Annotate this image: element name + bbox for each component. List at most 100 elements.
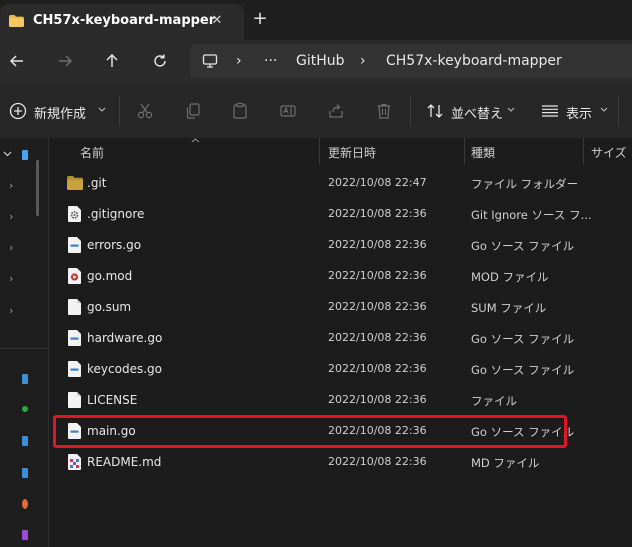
chevron-right-icon[interactable]: › — [9, 304, 13, 317]
file-type: Git Ignore ソース フ... — [471, 208, 592, 222]
file-row-errors-go[interactable]: errors.go 2022/10/08 22:36 Go ソース ファイル — [49, 230, 632, 261]
sort-up-icon — [191, 138, 200, 143]
file-row-hardware-go[interactable]: hardware.go 2022/10/08 22:36 Go ソース ファイル — [49, 323, 632, 354]
copy-button[interactable] — [182, 96, 204, 124]
tab-bar: CH57x-keyboard-mapper ✕ + — [0, 0, 632, 40]
file-modified: 2022/10/08 22:36 — [328, 424, 427, 437]
file-modified: 2022/10/08 22:36 — [328, 455, 427, 468]
chevron-down-icon — [600, 107, 608, 112]
chevron-right-icon[interactable]: › — [9, 210, 13, 223]
go-file-icon — [68, 423, 81, 439]
file-type: ファイル — [471, 394, 517, 408]
column-divider[interactable] — [583, 138, 584, 164]
file-modified: 2022/10/08 22:36 — [328, 300, 427, 313]
file-row-gitignore[interactable]: .gitignore 2022/10/08 22:36 Git Ignore ソ… — [49, 199, 632, 230]
breadcrumb-current-folder[interactable]: CH57x-keyboard-mapper — [386, 53, 562, 69]
nav-pane-scrollbar[interactable] — [36, 160, 39, 216]
file-name: go.mod — [87, 269, 133, 283]
copy-icon — [186, 103, 200, 119]
file-type: MD ファイル — [471, 456, 540, 470]
chevron-down-icon — [98, 107, 106, 112]
file-row-go-mod[interactable]: go.mod 2022/10/08 22:36 MOD ファイル — [49, 261, 632, 292]
pictures-icon[interactable] — [22, 468, 28, 478]
file-type: Go ソース ファイル — [471, 239, 575, 253]
file-type: ファイル フォルダー — [471, 177, 579, 191]
close-icon[interactable]: ✕ — [206, 10, 228, 32]
paste-button[interactable] — [229, 96, 251, 124]
file-name: .git — [87, 176, 107, 190]
address-bar[interactable]: › ··· GitHub › CH57x-keyboard-mapper — [190, 44, 632, 78]
file-row-keycodes-go[interactable]: keycodes.go 2022/10/08 22:36 Go ソース ファイル — [49, 354, 632, 385]
toolbar-divider — [618, 96, 619, 126]
folder-icon — [9, 15, 24, 27]
refresh-button[interactable] — [147, 48, 173, 74]
file-row-go-sum[interactable]: go.sum 2022/10/08 22:36 SUM ファイル — [49, 292, 632, 323]
file-modified: 2022/10/08 22:36 — [328, 331, 427, 344]
view-button[interactable]: 表示 — [538, 96, 610, 124]
music-icon[interactable] — [22, 499, 28, 509]
breadcrumb-more-button[interactable]: ··· — [264, 53, 277, 69]
folder-icon — [67, 176, 83, 190]
file-modified: 2022/10/08 22:36 — [328, 207, 427, 220]
column-divider[interactable] — [319, 138, 320, 164]
computer-icon — [202, 54, 218, 68]
cut-button[interactable] — [134, 96, 156, 124]
file-type: Go ソース ファイル — [471, 332, 575, 346]
file-row-git[interactable]: .git 2022/10/08 22:47 ファイル フォルダー — [49, 168, 632, 199]
column-header-modified[interactable]: 更新日時 — [328, 144, 376, 161]
trash-icon — [377, 103, 391, 119]
breadcrumb-separator-icon: › — [360, 53, 366, 69]
file-row-readme-md[interactable]: README.md 2022/10/08 22:36 MD ファイル — [49, 447, 632, 478]
file-name: go.sum — [87, 300, 132, 314]
chevron-right-icon[interactable]: › — [9, 272, 13, 285]
tab-ch57x[interactable]: CH57x-keyboard-mapper ✕ — [0, 4, 244, 40]
new-tab-button[interactable]: + — [248, 8, 272, 32]
back-button[interactable] — [4, 48, 30, 74]
scissors-icon — [137, 103, 153, 119]
file-modified: 2022/10/08 22:36 — [328, 238, 427, 251]
sort-button[interactable]: 並べ替え — [423, 96, 519, 124]
file-name: errors.go — [87, 238, 142, 252]
file-row-main-go[interactable]: main.go 2022/10/08 22:36 Go ソース ファイル — [49, 415, 632, 448]
desktop-icon[interactable] — [22, 374, 28, 384]
go-file-icon — [68, 330, 81, 346]
new-button[interactable]: 新規作成 — [6, 96, 112, 124]
file-modified: 2022/10/08 22:47 — [328, 176, 427, 189]
column-header-name[interactable]: 名前 — [80, 144, 104, 161]
breadcrumb-github[interactable]: GitHub — [296, 53, 345, 69]
share-button[interactable] — [325, 96, 347, 124]
file-type: MOD ファイル — [471, 270, 549, 284]
file-name: README.md — [87, 455, 162, 469]
column-divider[interactable] — [464, 138, 465, 164]
column-header-type[interactable]: 種類 — [471, 144, 495, 161]
up-button[interactable] — [99, 48, 125, 74]
sort-icon — [427, 104, 443, 118]
file-row-license[interactable]: LICENSE 2022/10/08 22:36 ファイル — [49, 385, 632, 416]
clipboard-icon — [233, 102, 247, 119]
chevron-right-icon[interactable]: › — [9, 241, 13, 254]
navigation-pane: › › › › › — [0, 138, 49, 547]
arrow-up-icon — [106, 53, 118, 67]
file-type: SUM ファイル — [471, 301, 547, 315]
view-button-label: 表示 — [566, 107, 593, 122]
blank-file-icon — [68, 392, 81, 408]
downloads-icon[interactable] — [22, 406, 28, 412]
forward-button[interactable] — [52, 48, 78, 74]
tab-title: CH57x-keyboard-mapper — [33, 13, 216, 28]
chevron-down-icon[interactable] — [3, 151, 12, 157]
rename-icon — [280, 105, 296, 117]
delete-button[interactable] — [373, 96, 395, 124]
file-type: Go ソース ファイル — [471, 425, 575, 439]
chevron-right-icon[interactable]: › — [9, 179, 13, 192]
documents-icon[interactable] — [22, 436, 28, 446]
home-icon[interactable] — [22, 150, 28, 160]
column-headers: 名前 更新日時 種類 サイズ — [49, 138, 632, 166]
file-name: .gitignore — [87, 207, 145, 221]
command-bar: 新規作成 並べ替え 表示 — [0, 82, 632, 139]
file-name: LICENSE — [87, 393, 138, 407]
share-icon — [329, 104, 343, 118]
rename-button[interactable] — [277, 96, 299, 124]
go-file-icon — [68, 361, 81, 377]
column-header-size[interactable]: サイズ — [591, 144, 627, 161]
videos-icon[interactable] — [22, 530, 28, 540]
